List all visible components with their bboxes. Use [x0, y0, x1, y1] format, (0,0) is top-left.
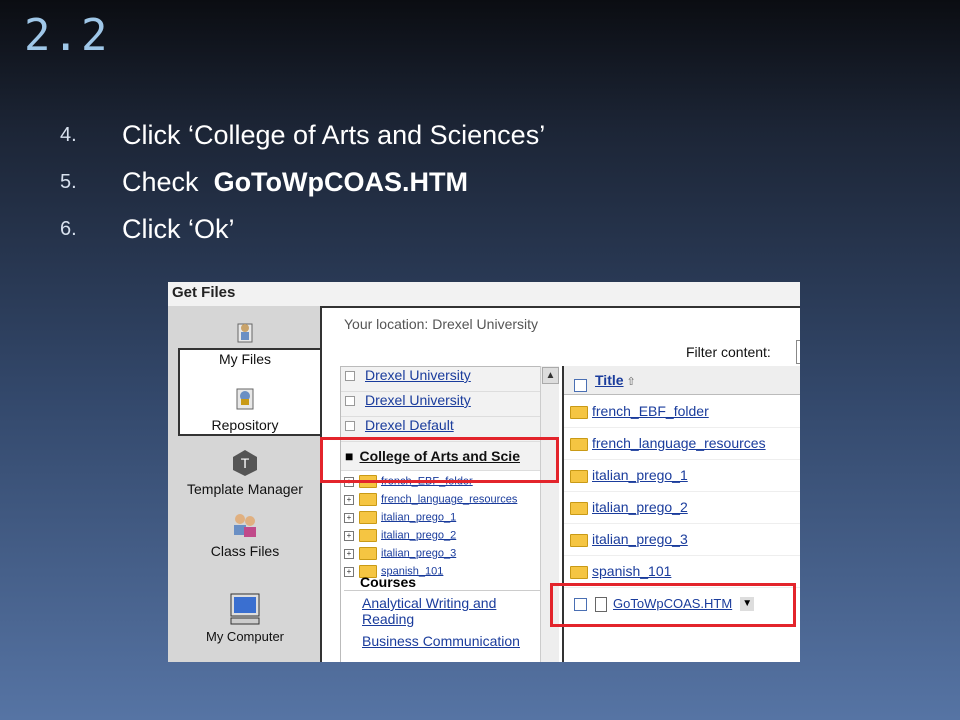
node-icon: [345, 371, 355, 382]
repository-icon: [236, 388, 254, 410]
list-row[interactable]: french_language_resources: [564, 428, 800, 460]
nav-template-manager[interactable]: T Template Manager: [168, 448, 322, 497]
course-item[interactable]: Business Communication: [344, 633, 540, 649]
tree-item[interactable]: Drexel University: [341, 392, 541, 417]
list-item-label: french_language_resources: [592, 435, 766, 451]
courses-heading: Courses: [344, 574, 540, 591]
list-row[interactable]: italian_prego_3: [564, 524, 800, 556]
filter-label: Filter content:: [686, 344, 771, 360]
dialog-title: Get Files: [172, 284, 236, 301]
svg-text:T: T: [241, 455, 250, 471]
highlight-box-file: [550, 583, 796, 627]
course-item[interactable]: Analytical Writing and Reading: [344, 595, 540, 627]
highlight-box-college: [320, 437, 559, 483]
nav-label: My Computer: [205, 629, 285, 644]
node-icon: [345, 421, 355, 432]
folder-icon: [570, 469, 588, 483]
list-item-label: spanish_101: [592, 563, 672, 579]
filter-input[interactable]: [796, 340, 800, 364]
tree-child[interactable]: + french_language_resources: [341, 493, 541, 506]
nav-label: Class Files: [210, 543, 280, 559]
title-column-header[interactable]: Title: [595, 372, 624, 388]
nav-label: Repository: [211, 417, 279, 433]
list-row[interactable]: italian_prego_1: [564, 460, 800, 492]
folder-icon: [359, 511, 377, 524]
node-icon: [345, 396, 355, 407]
tree-child[interactable]: + italian_prego_3: [341, 547, 541, 560]
tree-child-label: italian_prego_1: [381, 511, 457, 524]
sort-up-icon[interactable]: ⇧: [627, 376, 636, 388]
step-4: 4. Click ‘College of Arts and Sciences’: [60, 112, 545, 159]
step-text: Click ‘Ok’: [122, 214, 235, 244]
list-row[interactable]: french_EBF_folder: [564, 396, 800, 428]
class-files-icon: [234, 514, 256, 537]
folder-icon: [359, 529, 377, 542]
step-6: 6. Click ‘Ok’: [60, 206, 545, 253]
tree-child[interactable]: + italian_prego_2: [341, 529, 541, 542]
template-icon: T: [233, 450, 257, 476]
files-icon: [237, 323, 253, 343]
nav-class-files[interactable]: Class Files: [168, 510, 322, 559]
nav-my-files[interactable]: My Files: [168, 318, 322, 367]
folder-icon: [359, 493, 377, 506]
folder-icon: [570, 405, 588, 419]
expand-icon[interactable]: +: [344, 548, 354, 559]
step-number: 5.: [60, 171, 77, 193]
step-number: 6.: [60, 218, 77, 240]
step-text: Check GoToWpCOAS.HTM: [122, 167, 468, 198]
folder-icon: [359, 547, 377, 560]
expand-icon[interactable]: +: [344, 512, 354, 523]
step-text: Click ‘College of Arts and Sciences’: [122, 120, 546, 150]
nav-repository[interactable]: Repository: [168, 384, 322, 433]
list-header: Title ⇧: [564, 366, 800, 395]
computer-icon: [230, 593, 260, 625]
step-5: 5. Check GoToWpCOAS.HTM: [60, 159, 545, 206]
expand-icon[interactable]: +: [344, 530, 354, 541]
step-text-bold: GoToWpCOAS.HTM: [213, 167, 469, 197]
list-item-label: italian_prego_3: [592, 531, 688, 547]
step-text-prefix: Check: [122, 167, 207, 197]
scroll-up-icon[interactable]: ▲: [542, 367, 559, 384]
instruction-steps: 4. Click ‘College of Arts and Sciences’ …: [60, 112, 545, 253]
folder-icon: [570, 501, 588, 515]
nav-my-computer[interactable]: My Computer: [168, 592, 322, 644]
list-row[interactable]: italian_prego_2: [564, 492, 800, 524]
select-all-checkbox[interactable]: [574, 378, 587, 392]
nav-label: My Files: [218, 351, 272, 367]
folder-icon: [570, 565, 588, 579]
step-number: 4.: [60, 124, 77, 146]
list-item-label: french_EBF_folder: [592, 403, 709, 419]
folder-icon: [570, 533, 588, 547]
expand-icon[interactable]: +: [344, 494, 354, 505]
tree-item-label: Drexel Default: [365, 417, 454, 433]
tree-item-label: Drexel University: [365, 367, 471, 383]
location-text: Your location: Drexel University: [344, 316, 539, 332]
folder-icon: [570, 437, 588, 451]
tree-item[interactable]: Drexel University: [341, 367, 541, 392]
tree-child-label: italian_prego_3: [381, 547, 457, 560]
tree-child[interactable]: + italian_prego_1: [341, 511, 541, 524]
list-item-label: italian_prego_1: [592, 467, 688, 483]
list-item-label: italian_prego_2: [592, 499, 688, 515]
nav-label: Template Manager: [187, 481, 303, 497]
tree-child-label: italian_prego_2: [381, 529, 457, 542]
tree-child-label: french_language_resources: [381, 493, 518, 506]
courses-section: Courses Analytical Writing and Reading B…: [344, 574, 540, 649]
tree-item-label: Drexel University: [365, 392, 471, 408]
slide-title: 2.2: [24, 10, 110, 61]
